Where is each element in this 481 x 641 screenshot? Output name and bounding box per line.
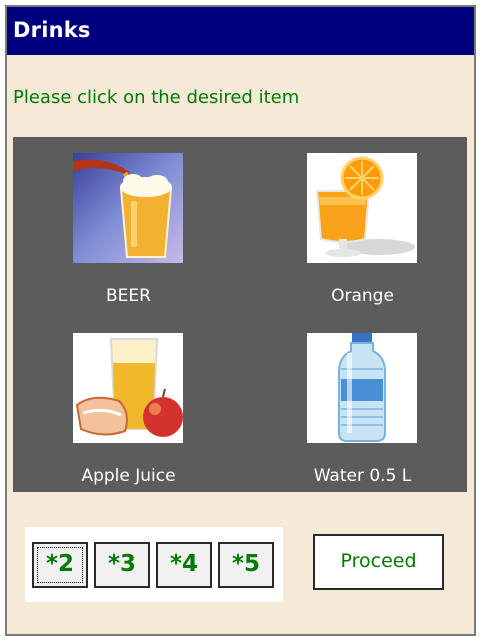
item-label: Water 0.5 L [313,466,412,486]
item-tile-water[interactable]: Water 0.5 L [275,320,435,486]
page-button-4[interactable]: *4 [156,542,212,588]
item-label: Apple Juice [81,466,176,486]
item-tile-orange[interactable]: Orange [275,140,435,306]
item-grid: BEER Orange Apple Juice Water 0.5 L [13,137,467,492]
title-bar: Drinks [7,7,474,55]
proceed-button[interactable]: Proceed [313,534,444,590]
instruction-text: Please click on the desired item [13,87,300,108]
item-label: Orange [331,286,394,306]
page-button-3[interactable]: *3 [94,542,150,588]
item-tile-beer[interactable]: BEER [41,140,201,306]
orange-juice-image [307,153,417,263]
beer-glass-image [73,153,183,263]
page-button-2[interactable]: *2 [32,542,88,588]
item-label: BEER [106,286,151,306]
page-button-5[interactable]: *5 [218,542,274,588]
drinks-window: Drinks Please click on the desired item [5,5,476,636]
page-selector: *2 *3 *4 *5 [25,527,283,602]
window-title: Drinks [13,18,91,42]
item-tile-apple-juice[interactable]: Apple Juice [41,320,201,486]
water-bottle-image [307,333,417,443]
apple-juice-image [73,333,183,443]
